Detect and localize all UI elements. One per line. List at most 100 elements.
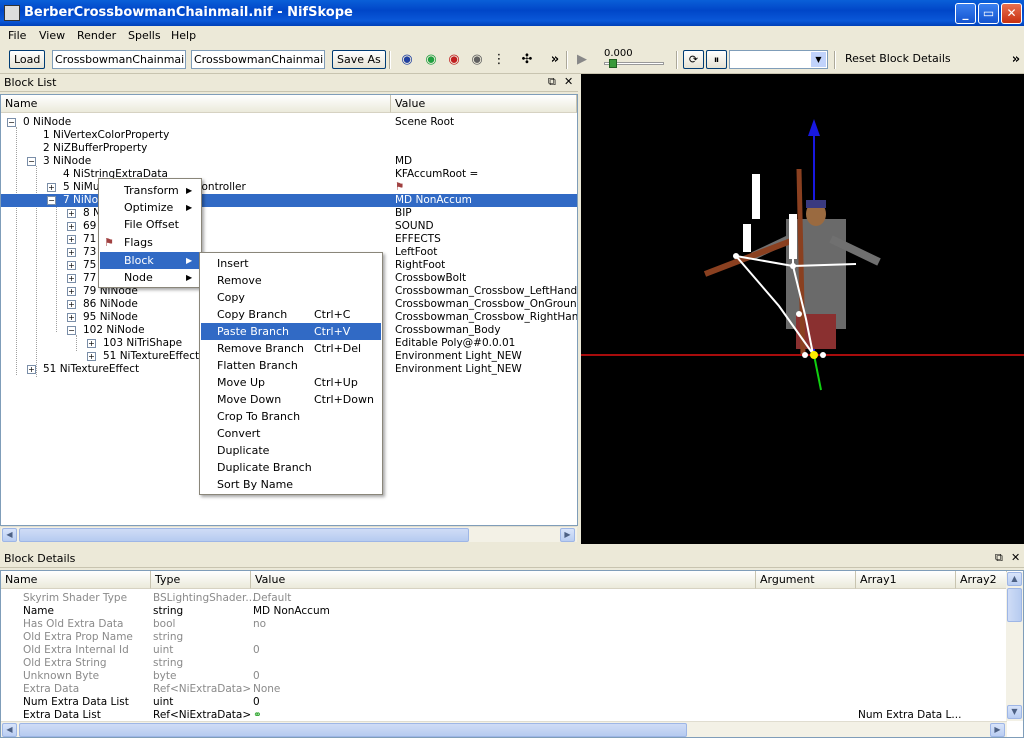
detail-row[interactable]: Has Old Extra Data bool no [1,618,1007,631]
menu-item-copy-branch[interactable]: Copy Branch Ctrl+C [201,306,381,323]
expand-icon[interactable]: + [67,248,76,257]
menu-item-crop-to-branch[interactable]: Crop To Branch [201,408,381,425]
collapse-icon[interactable]: − [7,118,16,127]
expand-icon[interactable]: + [67,235,76,244]
detail-row[interactable]: Extra Data Ref<NiExtraData> None [1,683,1007,696]
toolbar-overflow-icon[interactable]: » [1008,52,1024,68]
menu-file[interactable]: File [8,29,26,42]
collapse-icon[interactable]: − [47,196,56,205]
view-eye-icon[interactable]: ◉ [399,52,415,68]
minimize-button[interactable]: _ [955,3,976,24]
expand-icon[interactable]: + [67,274,76,283]
scroll-thumb[interactable] [19,528,469,542]
menu-render[interactable]: Render [77,29,116,42]
menu-item-sort-by-name[interactable]: Sort By Name [201,476,381,493]
tree-row[interactable]: + 8 NiNode BIP [1,207,577,220]
scroll-thumb[interactable] [1007,588,1022,622]
column-header-argument[interactable]: Argument [756,571,856,589]
expand-icon[interactable]: + [67,222,76,231]
float-icon[interactable]: ⧉ [548,75,556,89]
tree-row[interactable]: 4 NiStringExtraData KFAccumRoot = [1,168,577,181]
menu-item-node[interactable]: Node ▶ [100,269,200,286]
vertical-scrollbar[interactable]: ▲ ▼ [1006,572,1023,721]
tree-row[interactable]: + 5 NiMultiTargetTransformController ⚑ [1,181,577,194]
scroll-up-icon[interactable]: ▲ [1007,572,1022,586]
switch-button[interactable]: ⏸ [706,50,727,69]
detail-row[interactable]: Old Extra Internal Id uint 0 [1,644,1007,657]
tree-row[interactable]: + 71 NiNode EFFECTS [1,233,577,246]
3d-viewport[interactable] [581,74,1024,544]
column-header-name[interactable]: Name [1,95,391,113]
block-details-hscrollbar[interactable]: ◀ ▶ [1,721,1007,737]
expand-icon[interactable]: + [87,339,96,348]
menu-item-block[interactable]: Block ▶ [100,252,200,269]
collapse-icon[interactable]: − [67,326,76,335]
detail-row[interactable]: Old Extra String string [1,657,1007,670]
expand-icon[interactable]: + [87,352,96,361]
play-icon[interactable]: ▶ [574,52,590,68]
time-slider[interactable] [604,59,664,68]
menu-item-insert[interactable]: Insert [201,255,381,272]
menu-item-flatten-branch[interactable]: Flatten Branch [201,357,381,374]
menu-item-move-up[interactable]: Move Up Ctrl+Up [201,374,381,391]
time-slider-handle[interactable] [609,59,617,68]
menu-item-optimize[interactable]: Optimize ▶ [100,199,200,216]
menu-spells[interactable]: Spells [128,29,161,42]
expand-icon[interactable]: + [67,261,76,270]
scroll-left-icon[interactable]: ◀ [2,723,17,737]
menu-item-duplicate[interactable]: Duplicate [201,442,381,459]
menu-item-remove-branch[interactable]: Remove Branch Ctrl+Del [201,340,381,357]
detail-row[interactable]: Num Extra Data List uint 0 [1,696,1007,709]
menu-item-copy[interactable]: Copy [201,289,381,306]
expand-icon[interactable]: + [67,287,76,296]
tree-row[interactable]: − 0 NiNode Scene Root [1,116,577,129]
menu-item-move-down[interactable]: Move Down Ctrl+Down [201,391,381,408]
detail-row[interactable]: Unknown Byte byte 0 [1,670,1007,683]
close-button[interactable]: ✕ [1001,3,1022,24]
load-path-field[interactable]: CrossbowmanChainmail.nif [52,50,186,69]
tree-row[interactable]: 1 NiVertexColorProperty [1,129,577,142]
expand-icon[interactable]: + [67,313,76,322]
scroll-left-icon[interactable]: ◀ [2,528,17,542]
load-button[interactable]: Load [9,50,46,69]
scroll-right-icon[interactable]: ▶ [560,528,575,542]
save-path-field[interactable]: CrossbowmanChainmail.nif [191,50,325,69]
close-icon[interactable]: ✕ [564,75,573,88]
menu-help[interactable]: Help [171,29,196,42]
menu-view[interactable]: View [39,29,65,42]
column-header-value[interactable]: Value [251,571,756,589]
float-icon[interactable]: ⧉ [995,551,1003,565]
expand-icon[interactable]: + [27,365,36,374]
expand-icon[interactable]: + [67,209,76,218]
close-icon[interactable]: ✕ [1011,551,1020,564]
reset-block-details-button[interactable]: Reset Block Details [845,52,951,65]
column-header-array2[interactable]: Array2 [956,571,1007,589]
block-details-table[interactable]: Name Type Value Argument Array1 Array2 S… [0,570,1024,738]
menu-item-transform[interactable]: Transform ▶ [100,182,200,199]
detail-row[interactable]: Name string MD NonAccum [1,605,1007,618]
animation-select[interactable]: ▼ [729,50,828,69]
expand-icon[interactable]: + [47,183,56,192]
menu-item-duplicate-branch[interactable]: Duplicate Branch [201,459,381,476]
footprints-icon[interactable]: ⋮ [491,52,507,68]
column-header-value[interactable]: Value [391,95,577,113]
menu-item-remove[interactable]: Remove [201,272,381,289]
save-as-button[interactable]: Save As [332,50,386,69]
column-header-array1[interactable]: Array1 [856,571,956,589]
view-eye-green-icon[interactable]: ◉ [423,52,439,68]
scroll-thumb[interactable] [19,723,687,737]
toolbar-overflow-icon[interactable]: » [547,52,563,68]
tree-row[interactable]: + 69 NiNode SOUND [1,220,577,233]
tree-row[interactable]: 2 NiZBufferProperty [1,142,577,155]
detail-row[interactable]: Skyrim Shader Type BSLightingShader... D… [1,592,1007,605]
view-eye-grey-icon[interactable]: ◉ [469,52,485,68]
collapse-icon[interactable]: − [27,157,36,166]
tree-row[interactable]: − 3 NiNode MD [1,155,577,168]
block-list-hscrollbar[interactable]: ◀ ▶ [1,526,577,542]
scroll-right-icon[interactable]: ▶ [990,723,1005,737]
loop-button[interactable]: ⟳ [683,50,704,69]
scroll-down-icon[interactable]: ▼ [1007,705,1022,719]
detail-row[interactable]: Old Extra Prop Name string [1,631,1007,644]
expand-icon[interactable]: + [67,300,76,309]
tree-row-selected[interactable]: − 7 NiNode MD NonAccum [1,194,577,207]
